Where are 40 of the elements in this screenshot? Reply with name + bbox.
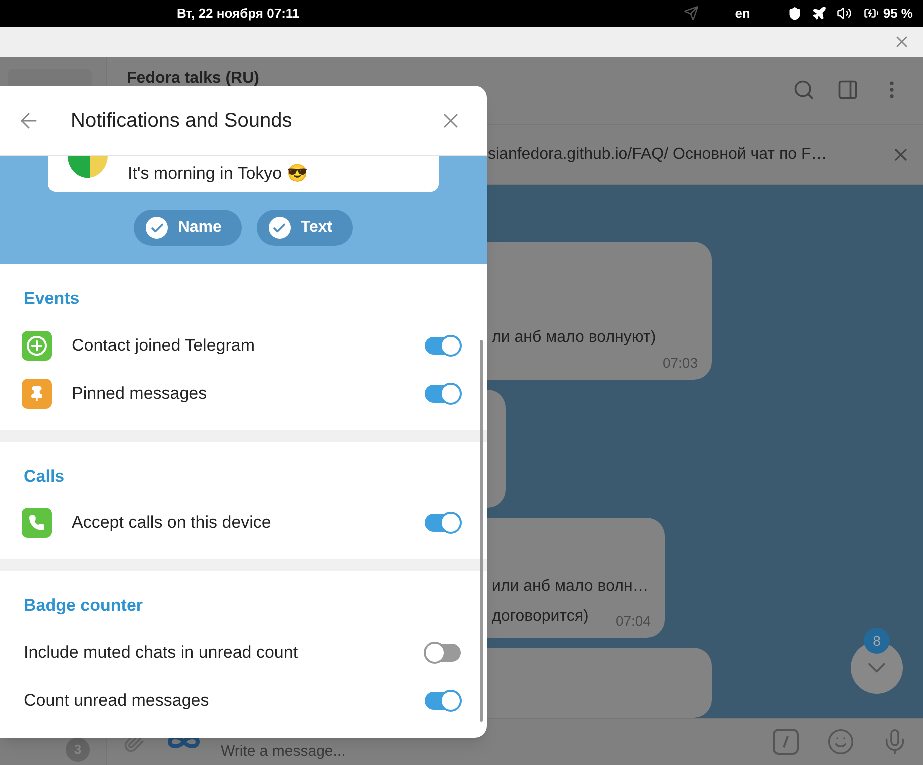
preview-option-chip[interactable]: Text	[256, 210, 353, 246]
battery-level: 95 %	[883, 4, 913, 23]
panel-icon[interactable]	[837, 79, 859, 101]
section-heading: Events	[24, 288, 81, 310]
search-icon[interactable]	[793, 79, 815, 101]
preview-option-chip[interactable]: Name	[134, 210, 242, 246]
keyboard-layout[interactable]: en	[735, 4, 750, 24]
section-heading: Badge counter	[24, 595, 144, 617]
toggle-switch[interactable]	[425, 514, 461, 532]
command-icon[interactable]	[773, 729, 799, 755]
setting-label: Pinned messages	[72, 382, 208, 405]
chat-title: Fedora talks (RU)	[127, 69, 260, 89]
toggle-switch[interactable]	[425, 644, 461, 662]
unread-count-badge: 8	[864, 628, 890, 654]
avatar-icon	[65, 156, 111, 180]
emoji-icon[interactable]	[827, 728, 855, 756]
dialog-title: Notifications and Sounds	[71, 108, 292, 134]
message-time: 07:04	[616, 612, 651, 631]
toggle-switch[interactable]	[425, 336, 461, 354]
section-heading: Calls	[24, 466, 66, 488]
message-text: ли анб мало волнуют)	[492, 328, 656, 348]
send-icon[interactable]	[684, 6, 700, 21]
setting-label: Include muted chats in unread count	[24, 642, 298, 664]
message-time: 07:03	[662, 354, 698, 373]
volume-icon	[837, 6, 852, 21]
preview-message: It's morning in Tokyo 😎	[128, 163, 308, 186]
pinned-message[interactable]: sianfedora.github.io/FAQ/ Основной чат по F…	[488, 142, 828, 166]
date-time[interactable]: Вт, 22 ноября 07:11	[177, 4, 300, 24]
toggle-switch[interactable]	[425, 692, 461, 710]
shield-icon	[788, 6, 802, 20]
battery-icon	[864, 6, 880, 21]
setting-label: Contact joined Telegram	[72, 334, 256, 357]
message-text: или анб мало волн…	[492, 577, 649, 597]
airplane-icon	[812, 6, 828, 21]
setting-label: Accept calls on this device	[72, 512, 272, 534]
setting-label: Count unread messages	[24, 690, 210, 712]
message-input[interactable]: Write a message...	[221, 741, 773, 763]
message-text: договорится)	[492, 607, 589, 627]
scrollbar[interactable]	[480, 340, 483, 722]
toggle-switch[interactable]	[425, 384, 461, 402]
